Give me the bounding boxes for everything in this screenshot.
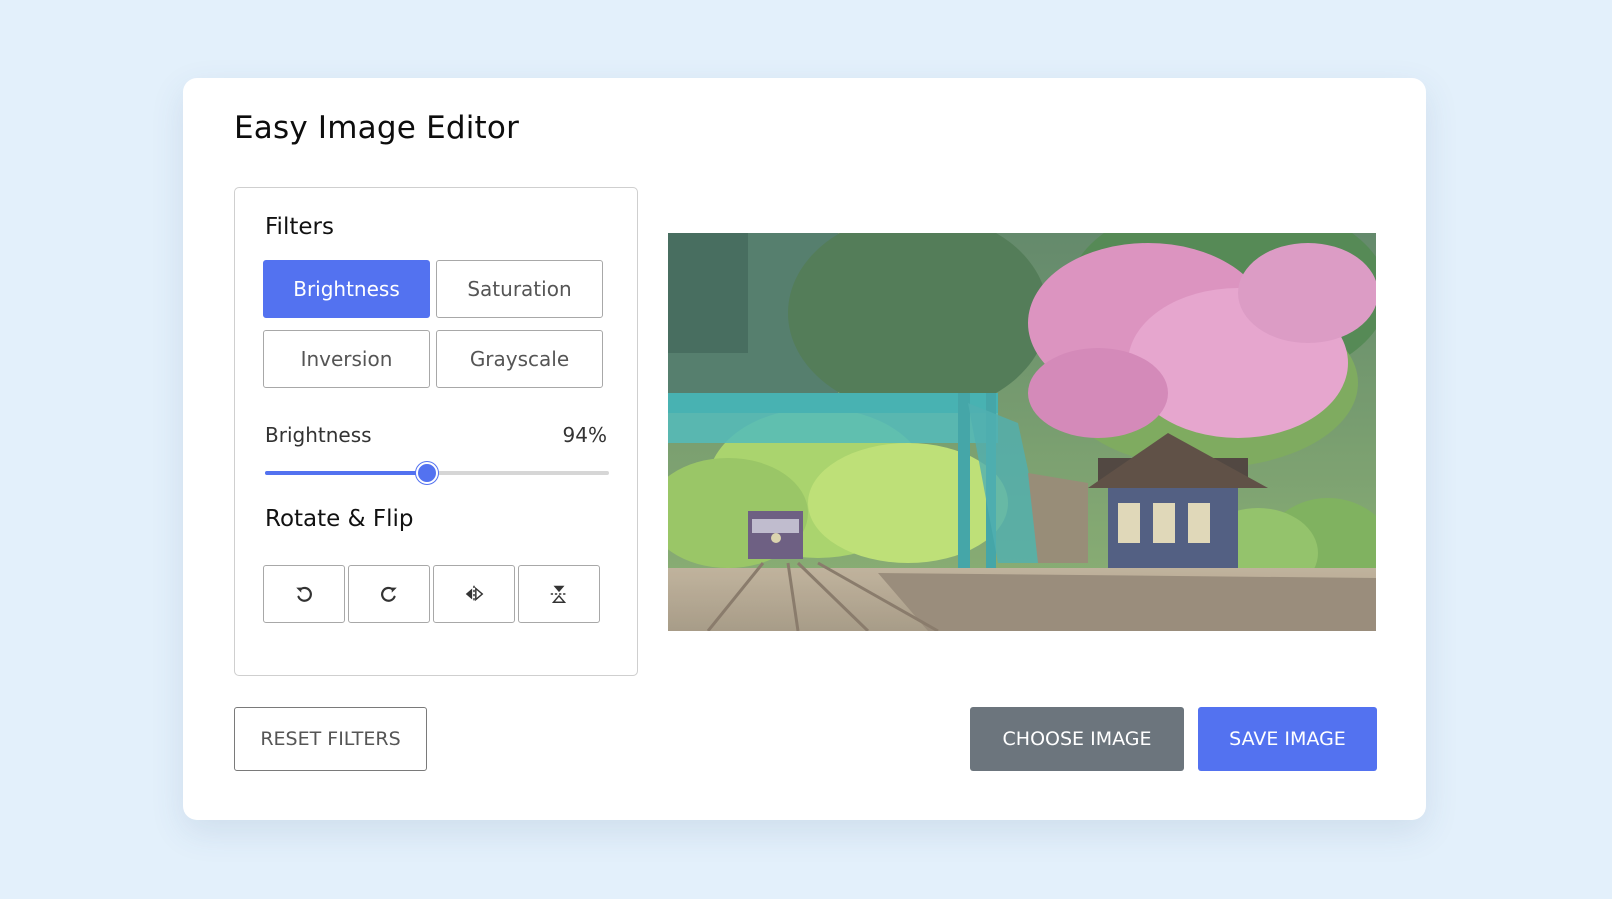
choose-image-button[interactable]: CHOOSE IMAGE [970, 707, 1184, 771]
preview-photo [668, 233, 1376, 631]
filter-inversion-button[interactable]: Inversion [263, 330, 430, 388]
slider-fill [265, 471, 427, 475]
flip-horizontal-icon [465, 585, 484, 603]
page-title: Easy Image Editor [234, 110, 520, 146]
slider-thumb[interactable] [415, 462, 438, 484]
brightness-slider[interactable] [265, 462, 609, 484]
editor-card: Easy Image Editor Filters Brightness Sat… [183, 78, 1426, 820]
flip-vertical-button[interactable] [518, 565, 600, 623]
image-preview [668, 233, 1376, 631]
rotate-right-icon [381, 586, 397, 602]
rotate-flip-heading: Rotate & Flip [265, 506, 414, 532]
filters-heading: Filters [265, 214, 334, 240]
rotate-right-button[interactable] [348, 565, 430, 623]
slider-label: Brightness [265, 423, 372, 447]
rotate-left-button[interactable] [263, 565, 345, 623]
filter-saturation-button[interactable]: Saturation [436, 260, 603, 318]
rotate-left-icon [296, 586, 312, 602]
slider-value: 94% [562, 423, 607, 447]
flip-horizontal-button[interactable] [433, 565, 515, 623]
flip-vertical-icon [550, 585, 568, 603]
controls-panel: Filters Brightness Saturation Inversion … [234, 187, 638, 676]
save-image-button[interactable]: SAVE IMAGE [1198, 707, 1377, 771]
reset-filters-button[interactable]: RESET FILTERS [234, 707, 427, 771]
filter-brightness-button[interactable]: Brightness [263, 260, 430, 318]
filter-grayscale-button[interactable]: Grayscale [436, 330, 603, 388]
